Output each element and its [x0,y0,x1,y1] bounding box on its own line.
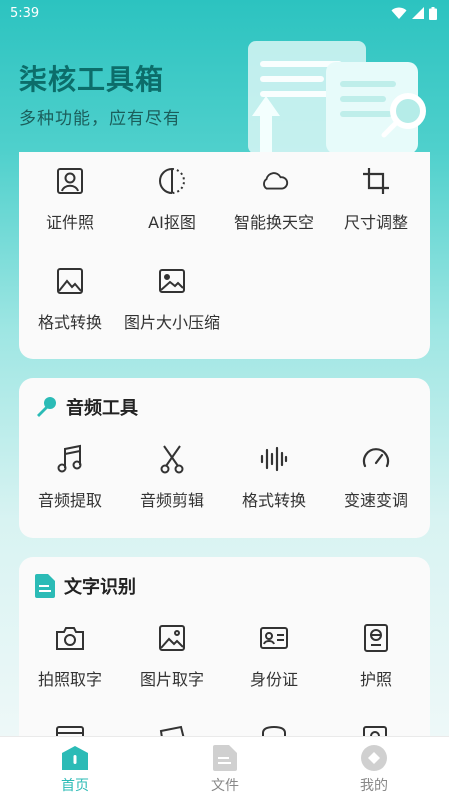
id-photo-icon [55,166,85,196]
wifi-icon [391,7,407,19]
tool-id-card[interactable]: 身份证 [223,623,325,690]
tool-image-ocr[interactable]: 图片取字 [121,623,223,690]
tool-label: 格式转换 [37,313,102,332]
tool-label: 音频提取 [37,491,102,510]
file-icon [213,745,237,771]
tool-resize[interactable]: 尺寸调整 [325,166,427,233]
tool-label: 智能换天空 [233,213,314,232]
hero-illustration [248,41,426,154]
tool-ai-cutout[interactable]: AI抠图 [121,166,223,233]
image-compress-icon [157,266,187,296]
microphone-icon [37,397,56,417]
music-note-icon [55,444,85,474]
tool-label: 证件照 [45,213,94,232]
nav-home[interactable]: 首页 [15,745,135,795]
audio-tools-card: 音频工具 音频提取 音频剪辑 格式转换 变速变调 [19,378,430,538]
app-subtitle: 多种功能，应有尽有 [19,109,181,129]
ai-cutout-icon [157,166,187,196]
battery-icon [429,6,437,20]
picture-icon [157,623,187,653]
tool-image-format[interactable]: 格式转换 [19,266,121,333]
profile-icon [361,745,387,771]
nav-label: 我的 [360,778,388,794]
status-time: 5:39 [10,5,40,21]
nav-mine[interactable]: 我的 [314,745,434,795]
tool-label: 图片取字 [139,670,204,689]
tool-label: 格式转换 [241,491,306,510]
nav-files[interactable]: 文件 [165,745,285,795]
cloud-icon [259,166,289,196]
tool-label: 尺寸调整 [343,213,408,232]
tool-audio-format[interactable]: 格式转换 [223,444,325,511]
status-icons [391,6,437,20]
audio-section-title: 音频工具 [66,398,138,419]
status-bar: 5:39 [0,0,449,26]
tool-label: 图片大小压缩 [123,313,220,332]
ocr-section-title: 文字识别 [64,577,136,598]
passport-icon [361,623,391,653]
tool-label: AI抠图 [148,213,196,232]
speedometer-icon [361,444,391,474]
tool-label: 护照 [359,670,392,689]
tool-label: 拍照取字 [37,670,102,689]
tool-label: 变速变调 [343,491,408,510]
tool-id-photo[interactable]: 证件照 [19,166,121,233]
tool-image-compress[interactable]: 图片大小压缩 [121,266,223,333]
app-title: 柒核工具箱 [19,63,165,96]
tool-speed-pitch[interactable]: 变速变调 [325,444,427,511]
document-icon [35,574,55,598]
tool-audio-extract[interactable]: 音频提取 [19,444,121,511]
signal-icon [412,7,424,19]
tool-label: 身份证 [249,670,298,689]
ocr-tools-card: 文字识别 拍照取字 图片取字 身份证 护照 [19,557,430,757]
tool-sky-replace[interactable]: 智能换天空 [223,166,325,233]
image-tools-card: 证件照 AI抠图 智能换天空 尺寸调整 格式转换 图片大小压缩 [19,152,430,359]
ocr-section-header: 文字识别 [35,573,136,599]
tool-photo-ocr[interactable]: 拍照取字 [19,623,121,690]
nav-label: 首页 [61,778,89,794]
crop-icon [361,166,391,196]
image-format-icon [55,266,85,296]
tool-label: 音频剪辑 [139,491,204,510]
nav-label: 文件 [211,778,239,794]
audio-wave-icon [259,444,289,474]
home-icon [62,746,88,770]
tool-audio-cut[interactable]: 音频剪辑 [121,444,223,511]
id-card-icon [259,623,289,653]
audio-section-header: 音频工具 [35,394,138,420]
bottom-nav: 首页 文件 我的 [0,736,449,798]
scissors-icon [157,444,187,474]
tool-passport[interactable]: 护照 [325,623,427,690]
camera-icon [55,623,85,653]
